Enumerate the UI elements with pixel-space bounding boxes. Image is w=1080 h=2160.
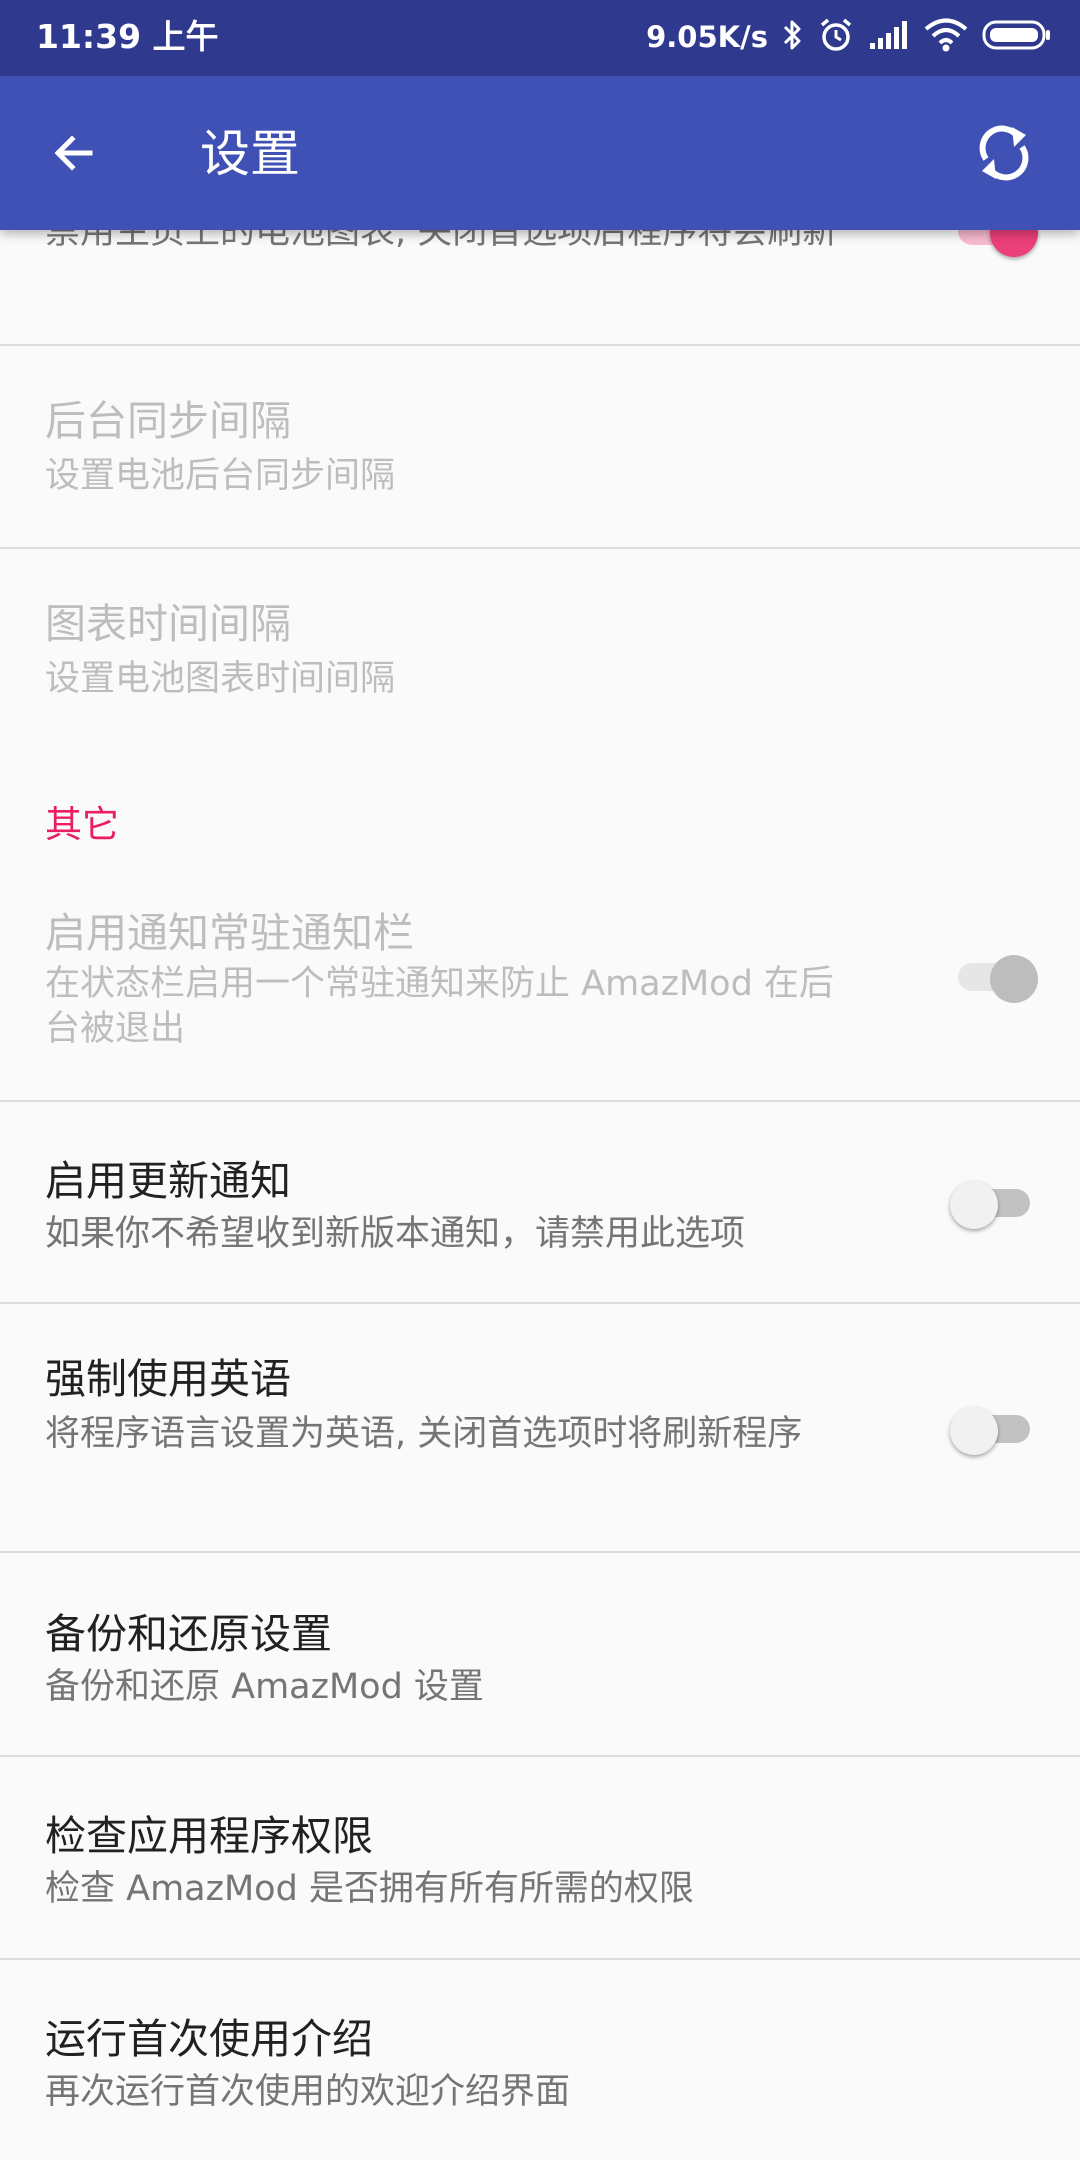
switch-thumb (950, 1181, 998, 1229)
pref-summary: 备份和还原 AmazMod 设置 (45, 1667, 484, 1707)
pref-summary: 检查 AmazMod 是否拥有所有所需的权限 (45, 1869, 694, 1909)
back-arrow-icon (54, 135, 93, 171)
pref-title: 强制使用英语 (45, 1355, 291, 1403)
switch-thumb (950, 1407, 998, 1455)
persistent-notification-switch[interactable] (944, 946, 1044, 1006)
status-icons: 9.05K/s (646, 14, 1052, 60)
pref-summary: 在状态栏启用一个常驻通知来防止 AmazMod 在后台被退出 (45, 964, 834, 1049)
update-notification-switch[interactable] (944, 1172, 1044, 1232)
pref-summary: 设置电池后台同步间隔 (45, 456, 396, 496)
battery-icon (982, 19, 1052, 55)
pref-backup-restore[interactable]: 备份和还原设置 备份和还原 AmazMod 设置 (0, 1553, 1080, 1755)
pref-title: 图表时间间隔 (45, 600, 291, 648)
switch-thumb (990, 955, 1038, 1003)
app-bar: 设置 (0, 76, 1080, 230)
pref-persistent-notification[interactable]: 启用通知常驻通知栏 在状态栏启用一个常驻通知来防止 AmazMod 在后台被退出 (0, 880, 1080, 1100)
pref-title: 检查应用程序权限 (45, 1812, 373, 1860)
pref-summary: 如果你不希望收到新版本通知，请禁用此选项 (45, 1214, 746, 1254)
pref-check-permissions[interactable]: 检查应用程序权限 检查 AmazMod 是否拥有所有所需的权限 (0, 1757, 1080, 1957)
settings-list[interactable]: 禁用主页上的电池图表, 关闭首选项后程序将会刷新 后台同步间隔 设置电池后台同步… (0, 0, 1080, 2160)
sync-icon (979, 125, 1029, 181)
pref-update-notification[interactable]: 启用更新通知 如果你不希望收到新版本通知，请禁用此选项 (0, 1102, 1080, 1302)
status-bar: 11:39 上午 9.05K/s (0, 0, 1080, 76)
pref-background-sync-interval[interactable]: 后台同步间隔 设置电池后台同步间隔 (0, 346, 1080, 546)
bluetooth-icon (782, 18, 804, 56)
category-other: 其它 (45, 803, 119, 846)
force-english-switch[interactable] (944, 1398, 1044, 1458)
pref-force-english[interactable]: 强制使用英语 将程序语言设置为英语, 关闭首选项时将刷新程序 (0, 1304, 1080, 1552)
alarm-icon (818, 17, 854, 57)
pref-summary: 设置电池图表时间间隔 (45, 659, 396, 699)
network-speed: 9.05K/s (646, 20, 768, 54)
page-title: 设置 (200, 125, 300, 183)
pref-title: 运行首次使用介绍 (45, 2015, 373, 2063)
pref-run-intro[interactable]: 运行首次使用介绍 再次运行首次使用的欢迎介绍界面 (0, 1960, 1080, 2160)
pref-title: 备份和还原设置 (45, 1610, 332, 1658)
wifi-icon (924, 18, 968, 56)
signal-icon (868, 19, 910, 55)
pref-chart-time-interval[interactable]: 图表时间间隔 设置电池图表时间间隔 (0, 549, 1080, 749)
pref-title: 启用通知常驻通知栏 (45, 909, 414, 957)
pref-summary: 再次运行首次使用的欢迎介绍界面 (45, 2072, 571, 2112)
pref-title: 后台同步间隔 (45, 397, 291, 445)
pref-summary: 将程序语言设置为英语, 关闭首选项时将刷新程序 (45, 1414, 803, 1454)
back-button[interactable] (36, 115, 112, 191)
status-time: 11:39 上午 (36, 17, 219, 56)
pref-title: 启用更新通知 (45, 1157, 291, 1205)
sync-button[interactable] (964, 113, 1044, 193)
